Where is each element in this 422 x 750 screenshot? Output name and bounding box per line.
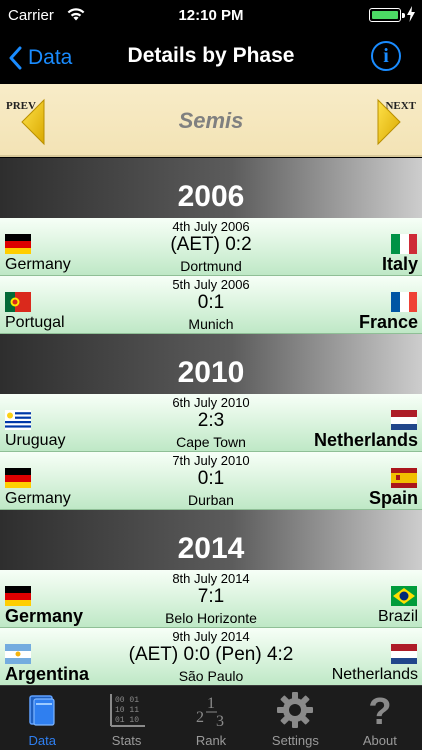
phase-selector: PREV Semis NEXT <box>0 84 422 157</box>
tab-rank[interactable]: 2 1 3 Rank <box>169 686 253 750</box>
stats-digits-3: 01 10 <box>115 716 139 725</box>
rank-digit-2: 2 <box>196 709 204 726</box>
match-row[interactable]: Germany 4th July 2006 (AET) 0:2 Dortmund… <box>0 218 422 276</box>
match-score: (AET) 0:0 (Pen) 4:2 <box>128 644 294 665</box>
page-title: Details by Phase <box>127 44 295 67</box>
rank-digit-1: 1 <box>207 695 215 712</box>
question-icon: ? <box>368 691 391 730</box>
matches-list[interactable]: 2006 Germany 4th July 2006 (AET) 0:2 Dor… <box>0 158 422 685</box>
tab-stats-label: Stats <box>111 733 142 748</box>
italy-flag-icon <box>391 234 417 254</box>
match-row[interactable]: Germany 7th July 2010 0:1 Durban Spain <box>0 452 422 510</box>
match-date: 6th July 2010 <box>172 395 250 410</box>
match-venue: Belo Horizonte <box>165 610 257 626</box>
battery-icon <box>369 8 405 22</box>
tab-data-label: Data <box>28 733 56 748</box>
match-date: 7th July 2010 <box>172 453 250 468</box>
phase-name: Semis <box>178 108 244 133</box>
stats-icon: 00 01 10 11 01 10 <box>109 694 145 727</box>
match-date: 9th July 2014 <box>172 629 250 644</box>
away-team: Brazil <box>377 608 418 625</box>
status-bar: Carrier 12:10 PM <box>0 0 422 32</box>
match-date: 5th July 2006 <box>172 277 250 292</box>
gear-icon <box>277 692 314 728</box>
charging-icon <box>406 6 416 26</box>
rank-icon: 2 1 3 <box>196 695 224 730</box>
tab-about[interactable]: ? About <box>338 686 422 750</box>
match-score: (AET) 0:2 <box>170 234 252 255</box>
match-score: 7:1 <box>197 586 225 607</box>
match-venue: Dortmund <box>180 258 242 274</box>
away-team: Netherlands <box>313 430 418 450</box>
stats-digits-1: 00 01 <box>115 696 139 705</box>
netherlands-flag-icon <box>391 644 417 664</box>
france-flag-icon <box>391 292 417 312</box>
tab-data[interactable]: Data <box>0 686 84 750</box>
away-team: Netherlands <box>331 666 418 683</box>
data-icon <box>29 695 55 726</box>
about-mark: ? <box>368 691 391 730</box>
match-score: 0:1 <box>197 292 225 313</box>
match-row[interactable]: Germany 8th July 2014 7:1 Belo Horizonte… <box>0 570 422 628</box>
info-button[interactable]: i <box>371 41 401 71</box>
year-header: 2010 <box>0 334 422 394</box>
arrow-right-icon <box>377 98 401 146</box>
match-venue: Durban <box>188 492 234 508</box>
match-row[interactable]: Argentina 9th July 2014 (AET) 0:0 (Pen) … <box>0 628 422 685</box>
away-team: Spain <box>368 488 418 508</box>
status-time: 12:10 PM <box>178 7 244 24</box>
tab-about-label: About <box>362 733 397 748</box>
tab-bar: Data 00 01 10 11 01 10 Stats 2 1 3 Rank <box>0 685 422 750</box>
away-team: France <box>358 312 418 332</box>
brazil-flag-icon <box>391 586 417 606</box>
match-score: 2:3 <box>197 410 225 431</box>
away-team: Italy <box>381 254 418 274</box>
rank-digit-3: 3 <box>216 713 224 730</box>
tab-settings-label: Settings <box>271 733 319 748</box>
stats-digits-2: 10 11 <box>115 706 139 715</box>
match-row[interactable]: Uruguay 6th July 2010 2:3 Cape Town Neth… <box>0 394 422 452</box>
match-score: 0:1 <box>197 468 225 489</box>
match-row[interactable]: Portugal 5th July 2006 0:1 Munich France <box>0 276 422 334</box>
navigation-bar: Data Details by Phase i <box>0 32 422 84</box>
year-header: 2014 <box>0 510 422 570</box>
year-header: 2006 <box>0 158 422 218</box>
next-phase-button[interactable]: NEXT <box>373 94 418 146</box>
tab-settings[interactable]: Settings <box>253 686 337 750</box>
tab-stats[interactable]: 00 01 10 11 01 10 Stats <box>84 686 168 750</box>
netherlands-flag-icon <box>391 410 417 430</box>
match-date: 4th July 2006 <box>172 219 250 234</box>
spain-flag-icon <box>391 468 417 488</box>
match-date: 8th July 2014 <box>172 571 250 586</box>
tab-rank-label: Rank <box>195 733 227 748</box>
